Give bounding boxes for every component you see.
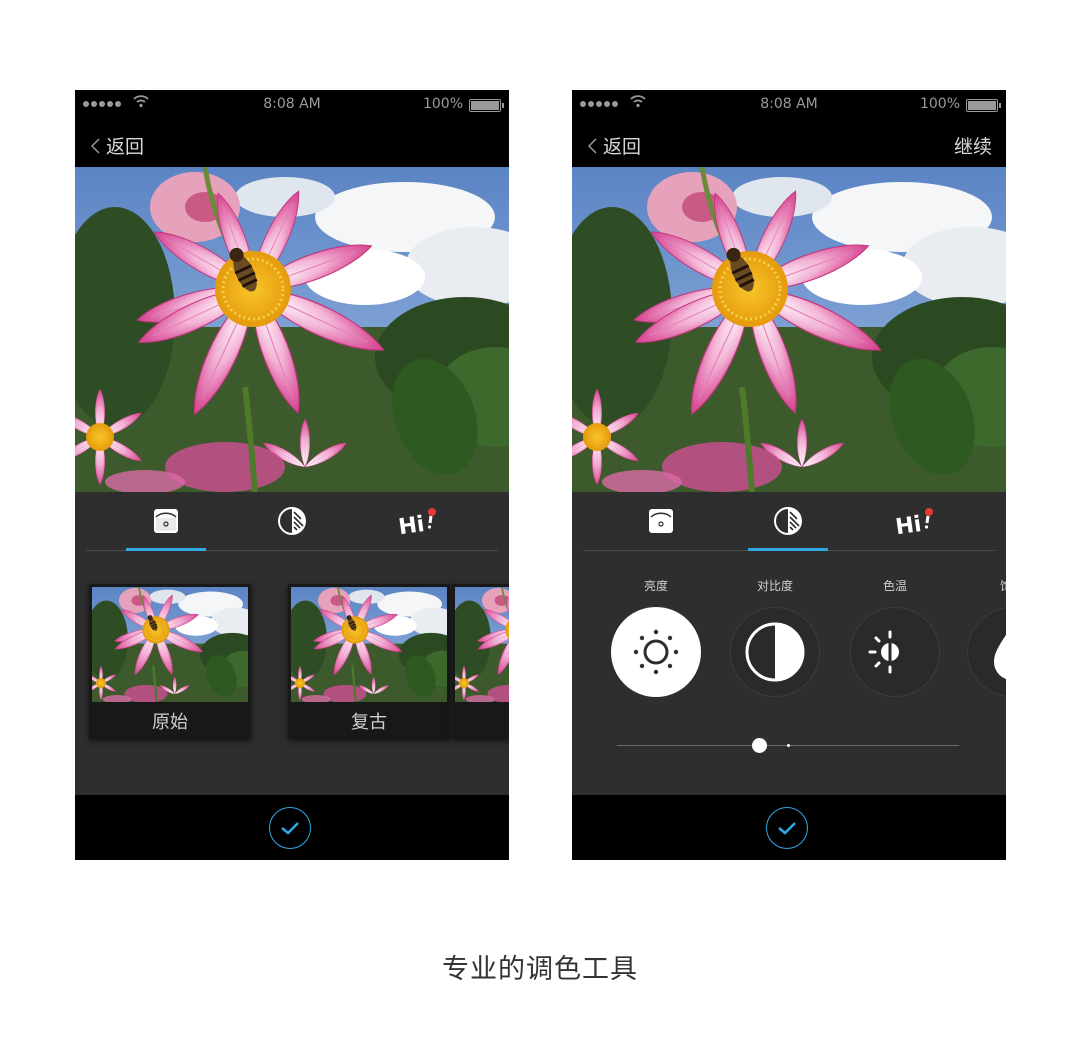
- confirm-button[interactable]: [766, 807, 808, 849]
- filter-preview: [455, 587, 509, 702]
- tab-filters[interactable]: [621, 492, 701, 550]
- contrast-button[interactable]: [730, 607, 820, 697]
- phone-screen-filters: 8:08 AM 100% 返回 Hi 原始 复古: [75, 90, 509, 860]
- filter-list: 原始 复古: [75, 577, 509, 747]
- edit-panel: Hi 原始 复古: [75, 492, 509, 795]
- slider-default-marker: [787, 744, 790, 747]
- back-label: 返回: [603, 136, 642, 158]
- battery-icon: [966, 99, 1001, 112]
- adjustment-label: 亮度: [643, 579, 668, 593]
- adjustment-slider-handle[interactable]: [752, 738, 767, 753]
- tool-tabs: Hi: [86, 492, 498, 551]
- status-bar: 8:08 AM 100%: [572, 90, 1006, 118]
- contrast-icon: [774, 507, 802, 535]
- tab-fun[interactable]: Hi: [378, 492, 458, 550]
- brightness-button[interactable]: [611, 607, 701, 697]
- filter-preview: [291, 587, 447, 702]
- color-temperature-button[interactable]: [850, 607, 940, 697]
- continue-button[interactable]: 继续: [954, 132, 992, 159]
- checkmark-icon: [281, 822, 299, 835]
- status-bar: 8:08 AM 100%: [75, 90, 509, 118]
- chevron-left-icon: [588, 137, 597, 154]
- tab-adjust[interactable]: [252, 492, 332, 550]
- confirm-button[interactable]: [269, 807, 311, 849]
- feature-caption: 专业的调色工具: [442, 954, 638, 985]
- tab-adjust[interactable]: [748, 492, 828, 551]
- hi-text: Hi: [397, 512, 426, 536]
- chevron-left-icon: [91, 137, 100, 154]
- adjustment-label: 对比度: [756, 579, 793, 593]
- hi-sticker-icon: Hi: [894, 508, 933, 536]
- photo-preview: [75, 167, 509, 492]
- brightness-icon: [633, 629, 679, 675]
- filter-label: 复古: [351, 712, 387, 733]
- edit-panel: Hi 亮度 对比度 色温 饱和: [572, 492, 1006, 795]
- adjustment-labels: 亮度 对比度 色温 饱和: [572, 577, 1006, 597]
- filter-item[interactable]: 原始: [89, 584, 251, 739]
- bottom-bar: [75, 795, 509, 860]
- nav-bar: 返回 继续: [572, 118, 1006, 167]
- back-label: 返回: [106, 136, 145, 158]
- filter-item[interactable]: 复古: [288, 584, 450, 739]
- filter-preview: [92, 587, 248, 702]
- adjustment-label: 色温: [882, 579, 907, 593]
- back-button[interactable]: 返回: [91, 132, 144, 159]
- tool-tabs: Hi: [583, 492, 995, 551]
- filter-item[interactable]: [452, 584, 509, 739]
- tab-fun[interactable]: Hi: [875, 492, 955, 550]
- phone-screen-adjust: 8:08 AM 100% 返回 继续 Hi 亮度 对比度 色温 饱: [572, 90, 1006, 860]
- saturation-button[interactable]: [967, 607, 1006, 697]
- battery-icon: [469, 99, 504, 112]
- tab-filters[interactable]: [126, 492, 206, 551]
- checkmark-icon: [778, 822, 796, 835]
- contrast-icon: [278, 507, 306, 535]
- adjustment-label: 饱和: [999, 579, 1006, 593]
- filter-label: 原始: [152, 712, 188, 733]
- filter-card-icon: [649, 509, 673, 533]
- photo-preview: [572, 167, 1006, 492]
- nav-bar: 返回: [75, 118, 509, 167]
- hi-text: Hi: [894, 512, 923, 536]
- contrast-icon: [745, 622, 805, 682]
- back-button[interactable]: 返回: [588, 132, 641, 159]
- color-temperature-icon: [868, 630, 907, 674]
- battery-percent: 100%: [422, 96, 463, 112]
- bottom-bar: [572, 795, 1006, 860]
- filter-card-icon: [154, 509, 178, 533]
- battery-percent: 100%: [919, 96, 960, 112]
- saturation-icon: [994, 634, 1006, 679]
- hi-sticker-icon: Hi: [397, 508, 436, 536]
